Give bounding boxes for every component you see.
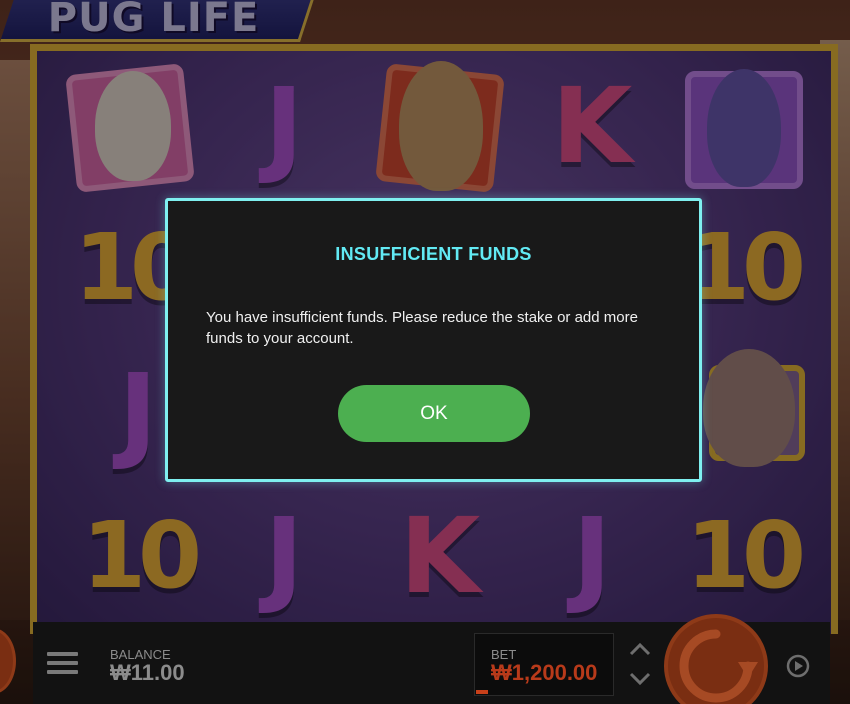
hamburger-icon[interactable] xyxy=(47,652,78,674)
spin-button[interactable] xyxy=(664,614,768,704)
bet-level-indicator xyxy=(476,690,488,694)
balance-value: ₩11.00 xyxy=(110,660,185,685)
ok-button[interactable]: OK xyxy=(338,385,530,442)
chevron-down-icon[interactable] xyxy=(628,667,652,691)
insufficient-funds-dialog: INSUFFICIENT FUNDS You have insufficient… xyxy=(165,198,702,482)
dialog-title: INSUFFICIENT FUNDS xyxy=(335,244,532,264)
chevron-up-icon[interactable] xyxy=(628,637,652,661)
autoplay-icon[interactable] xyxy=(784,652,812,680)
bet-stepper xyxy=(620,633,660,696)
bet-value: ₩1,200.00 xyxy=(491,660,598,685)
spin-arrow-icon xyxy=(679,629,758,703)
dialog-message: You have insufficient funds. Please redu… xyxy=(206,309,638,347)
